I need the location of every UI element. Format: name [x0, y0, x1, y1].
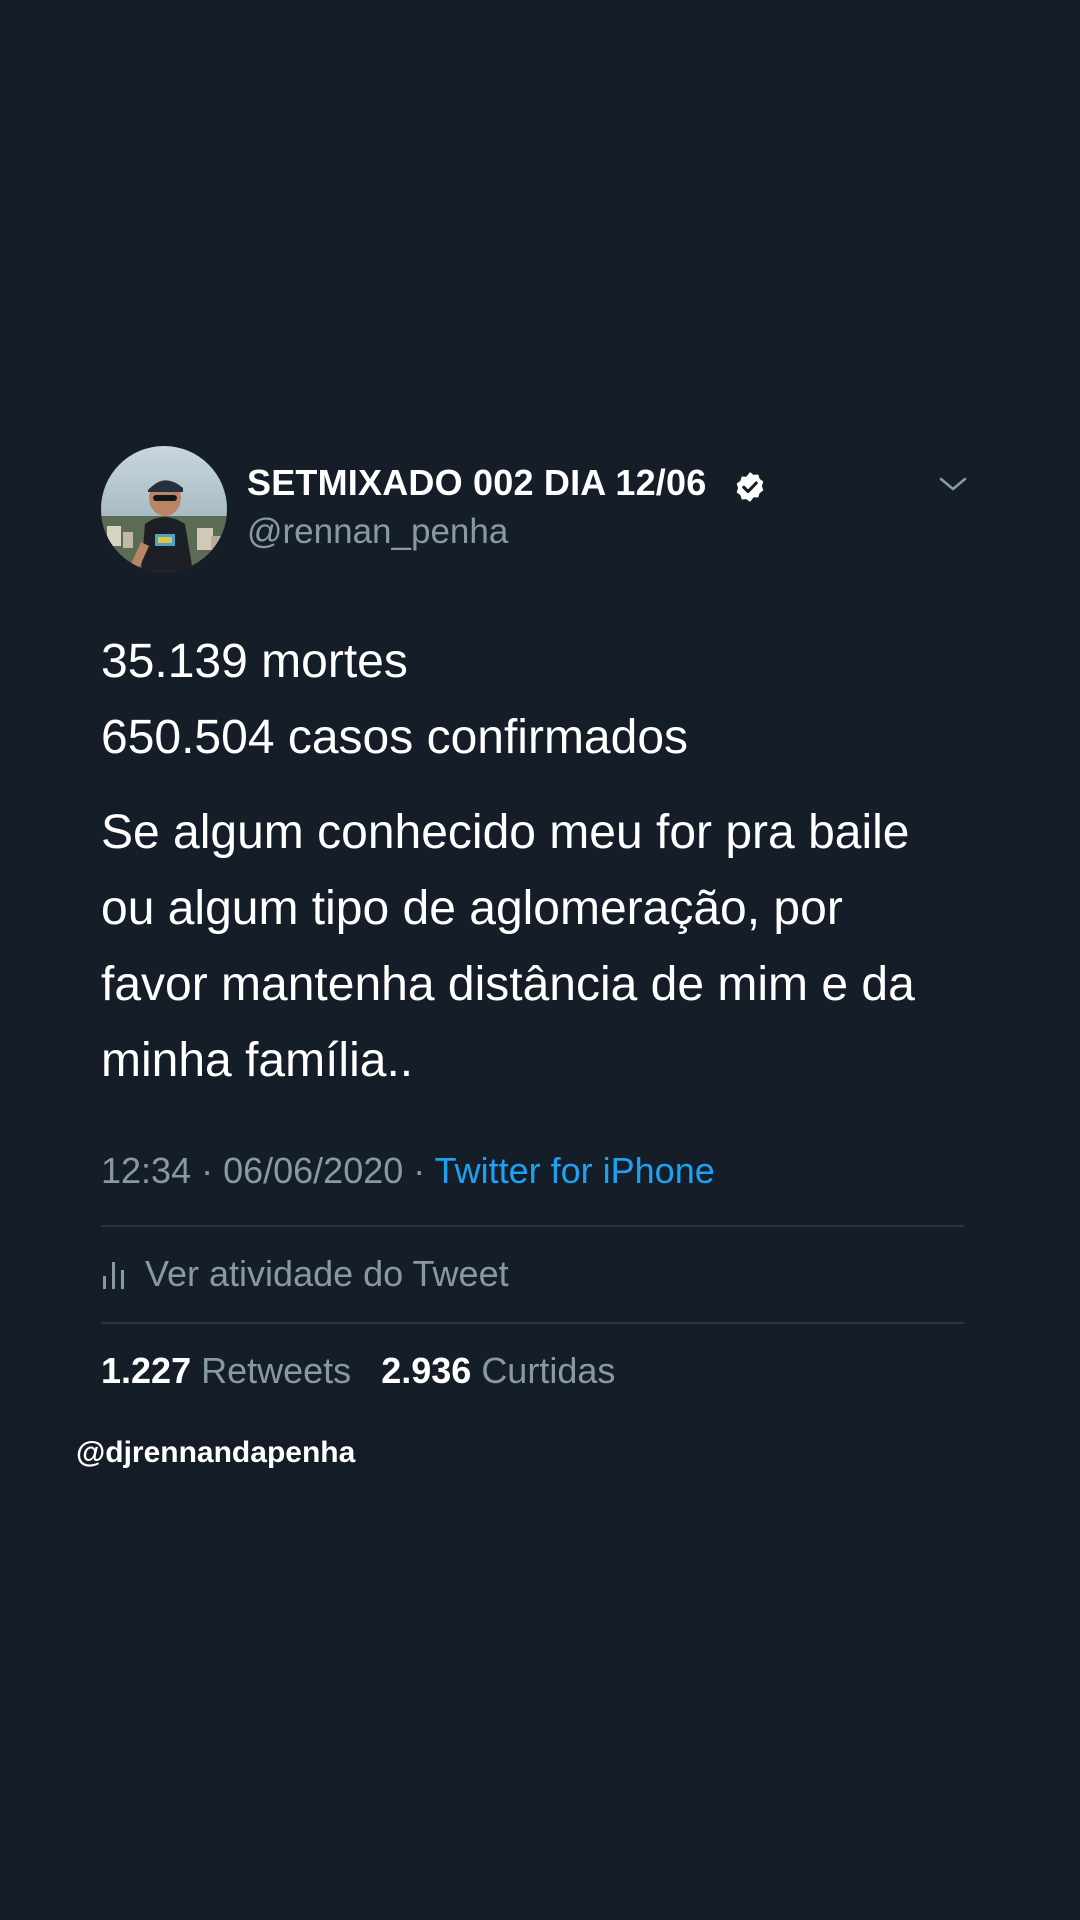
tweet-text-line: ou algum tipo de aglomeração, por	[101, 882, 843, 935]
user-handle[interactable]: @rennan_penha	[247, 512, 508, 552]
meta-separator: ·	[403, 1150, 435, 1191]
tweet-text-line: 35.139 mortes	[101, 635, 408, 688]
likes-count: 2.936	[381, 1350, 472, 1391]
tweet-time: 12:34	[101, 1150, 192, 1191]
tweet-text-line: 650.504 casos confirmados	[101, 711, 689, 764]
display-name[interactable]: SETMIXADO 002 DIA 12/06	[247, 462, 706, 504]
bar-chart-icon	[103, 1262, 124, 1289]
chevron-down-icon[interactable]	[936, 472, 970, 496]
activity-label: Ver atividade do Tweet	[145, 1253, 509, 1294]
likes-label: Curtidas	[481, 1350, 616, 1391]
tweet-date: 06/06/2020	[223, 1150, 404, 1191]
retweets-label: Retweets	[201, 1350, 352, 1391]
tweet-stats: 1.227 Retweets 2.936 Curtidas	[101, 1350, 615, 1392]
avatar[interactable]	[101, 446, 227, 572]
divider	[101, 1322, 964, 1324]
watermark-handle: @djrennandapenha	[76, 1436, 356, 1469]
retweets-count: 1.227	[101, 1350, 192, 1391]
meta-separator: ·	[191, 1150, 224, 1191]
tweet-text-line: Se algum conhecido meu for pra baile	[101, 806, 910, 859]
tweet-activity-link[interactable]: Ver atividade do Tweet	[101, 1252, 509, 1296]
tweet-meta: 12:34 · 06/06/2020 · Twitter for iPhone	[101, 1150, 715, 1192]
retweets-stat[interactable]: 1.227 Retweets	[101, 1350, 351, 1391]
verified-badge-icon	[736, 472, 764, 502]
tweet-source-link[interactable]: Twitter for iPhone	[435, 1150, 715, 1191]
tweet-text-line: minha família..	[101, 1034, 414, 1087]
likes-stat[interactable]: 2.936 Curtidas	[381, 1350, 615, 1391]
tweet-text-line: favor mantenha distância de mim e da	[101, 958, 915, 1011]
divider	[101, 1225, 964, 1227]
